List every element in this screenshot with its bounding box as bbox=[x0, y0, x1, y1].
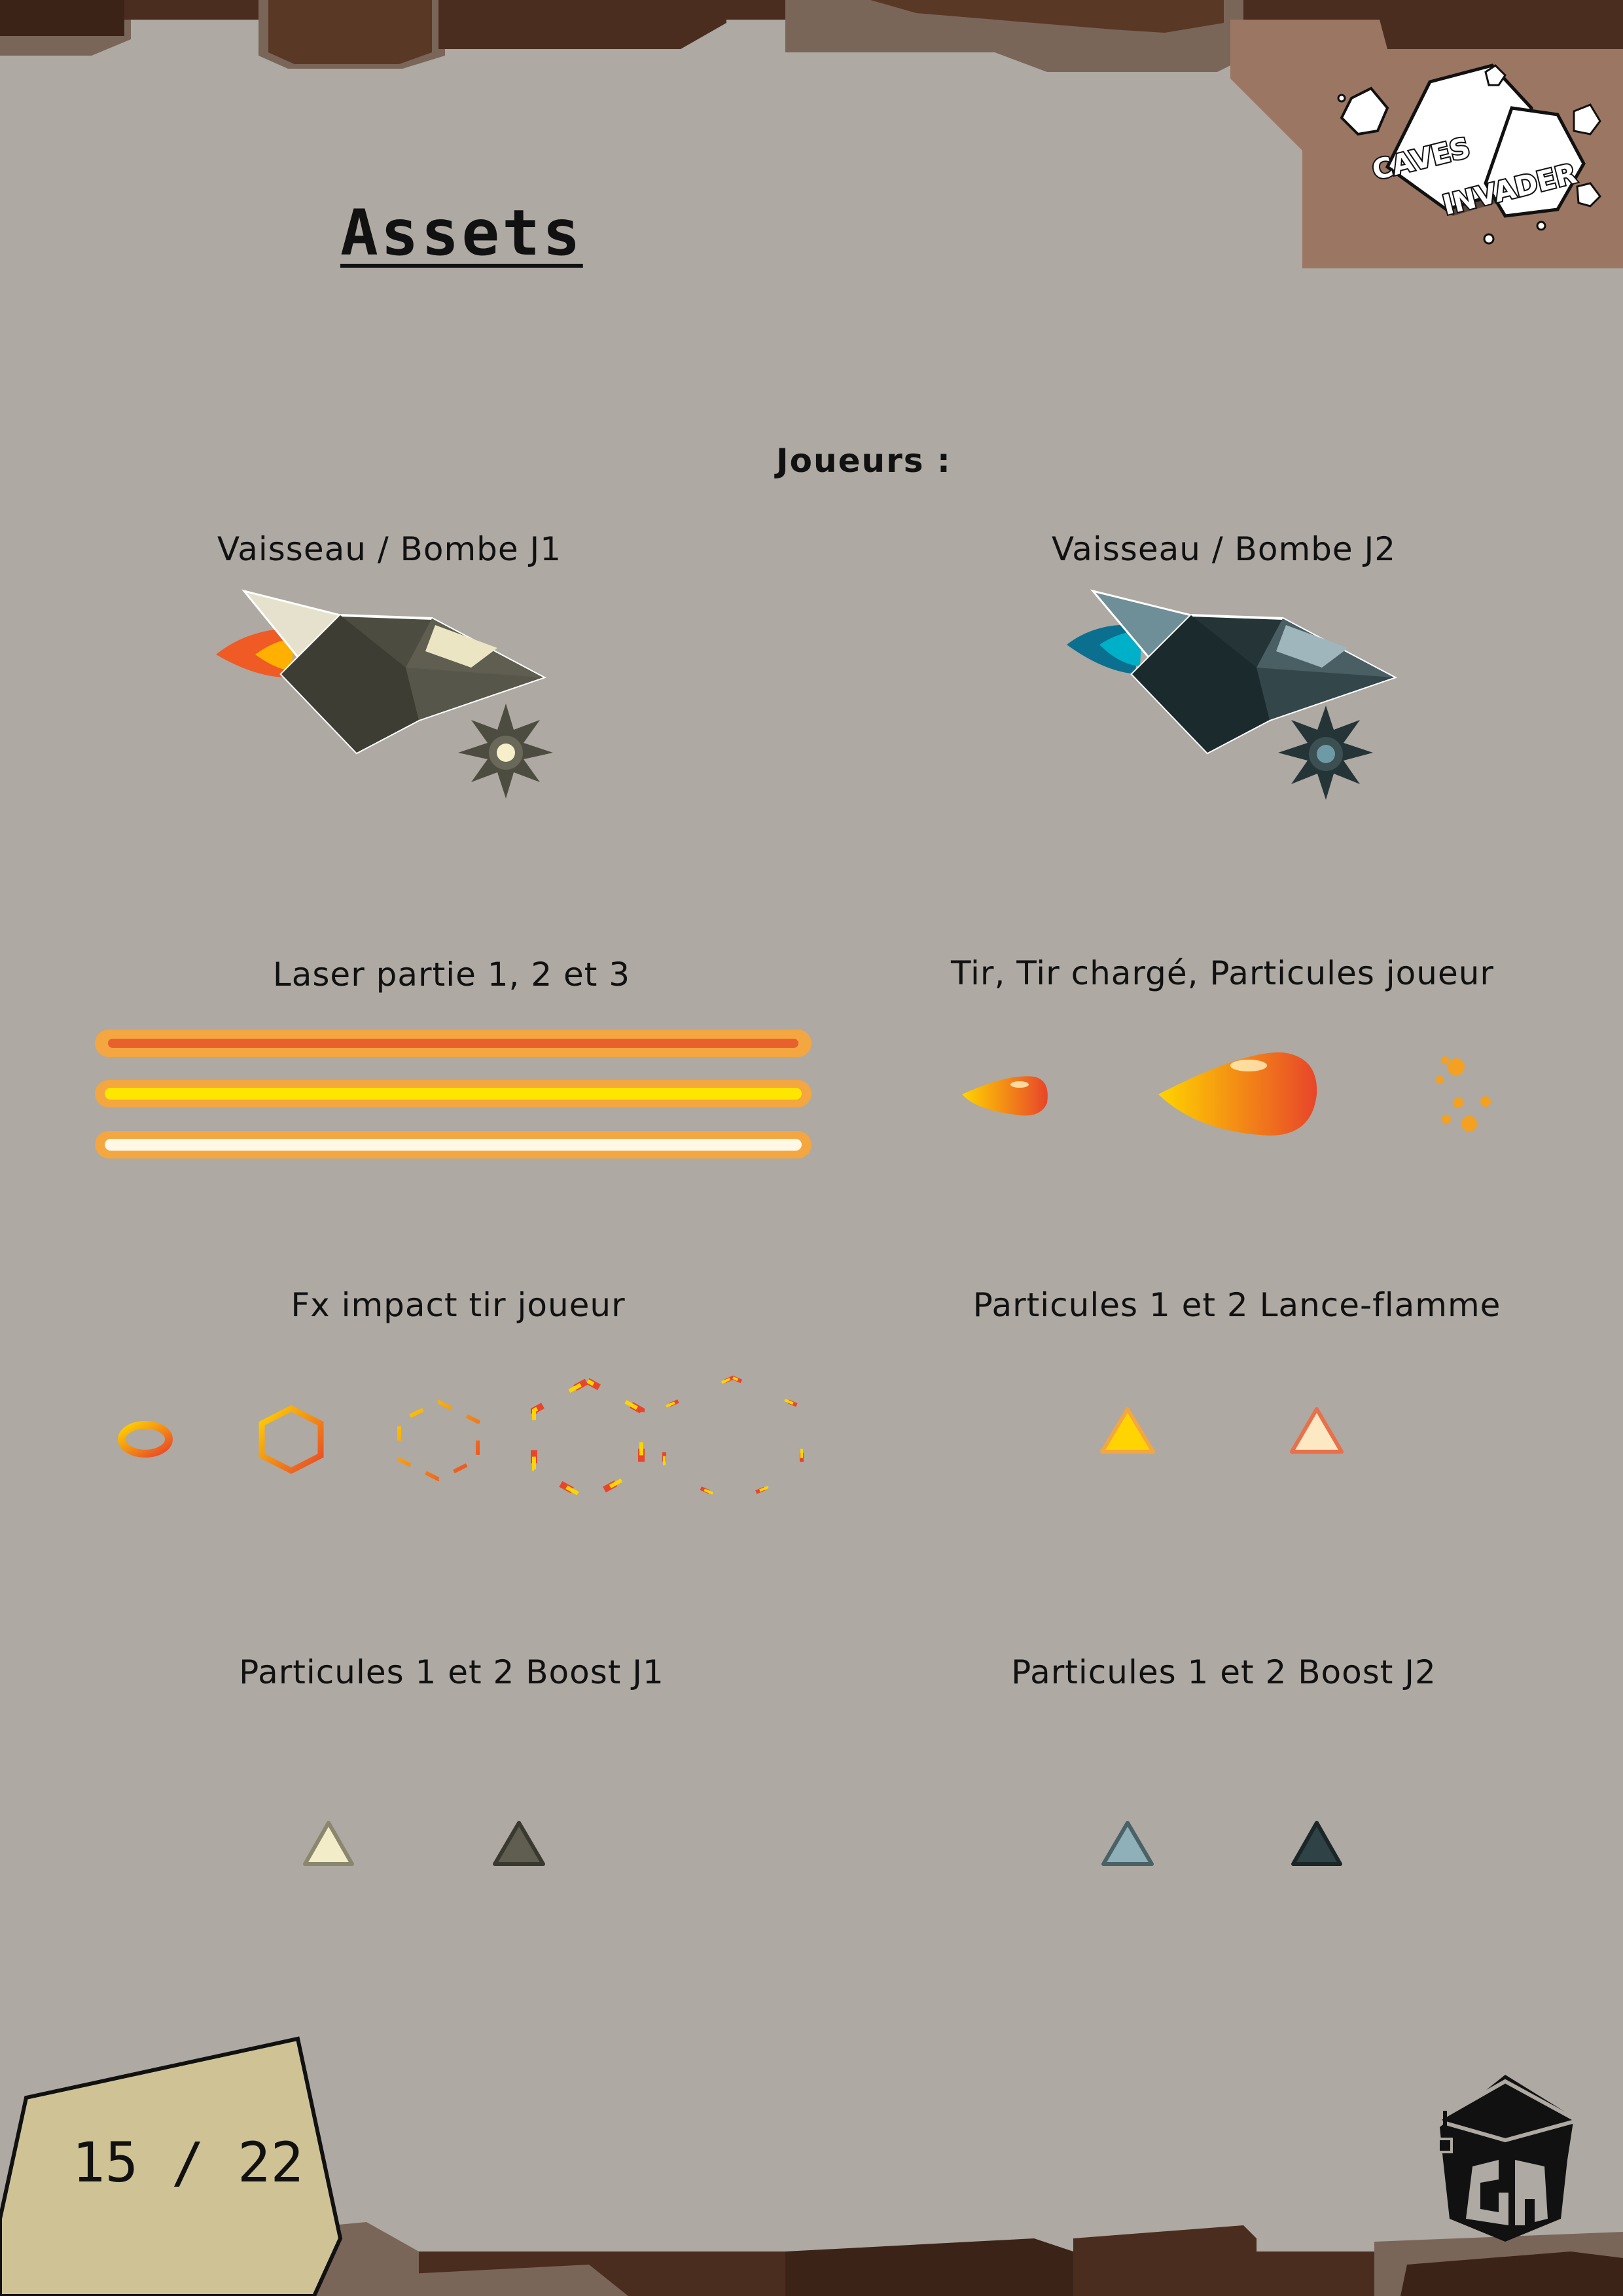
impact-fx-frame-5 bbox=[662, 1375, 804, 1505]
shot-sprite bbox=[962, 1076, 1048, 1116]
laser-part-3 bbox=[95, 1131, 812, 1158]
boost-j1-particle-1 bbox=[303, 1821, 354, 1866]
boost-j2-particle-1 bbox=[1101, 1821, 1154, 1866]
flame-particle-2 bbox=[1290, 1407, 1344, 1454]
label-flame-particles: Particules 1 et 2 Lance-flamme bbox=[972, 1286, 1501, 1324]
label-shots: Tir, Tir chargé, Particules joueur bbox=[951, 954, 1494, 992]
label-ship-j2: Vaisseau / Bombe J2 bbox=[1051, 530, 1397, 568]
player-particles-sprite bbox=[1436, 1056, 1491, 1132]
page-title: Assets bbox=[340, 196, 583, 270]
ship-j1-sprite bbox=[216, 589, 547, 755]
impact-fx-frame-4 bbox=[531, 1377, 645, 1503]
charged-shot-sprite bbox=[1158, 1052, 1317, 1136]
label-boost-j1: Particules 1 et 2 Boost J1 bbox=[239, 1653, 664, 1691]
boost-j1-particle-2 bbox=[493, 1821, 545, 1866]
laser-part-2 bbox=[95, 1080, 812, 1107]
page-decorations: CAVES INVADER bbox=[0, 0, 1623, 2296]
label-impact-fx: Fx impact tir joueur bbox=[291, 1286, 626, 1324]
flame-particle-1 bbox=[1100, 1407, 1155, 1454]
section-heading-players: Joueurs : bbox=[776, 442, 952, 480]
label-laser: Laser partie 1, 2 et 3 bbox=[272, 956, 631, 994]
bomb-j1-sprite bbox=[458, 704, 553, 798]
laser-part-1 bbox=[95, 1030, 812, 1057]
page-number: 15 / 22 bbox=[72, 2130, 304, 2195]
bomb-j2-sprite bbox=[1278, 706, 1373, 800]
studio-emblem-icon bbox=[1431, 2075, 1582, 2242]
label-boost-j2: Particules 1 et 2 Boost J2 bbox=[1011, 1653, 1436, 1691]
boost-j2-particle-2 bbox=[1291, 1821, 1342, 1866]
label-ship-j1: Vaisseau / Bombe J1 bbox=[217, 530, 562, 568]
impact-fx-frame-1 bbox=[118, 1421, 173, 1458]
impact-fx-frame-3 bbox=[397, 1399, 480, 1482]
impact-fx-frame-2 bbox=[259, 1405, 324, 1475]
